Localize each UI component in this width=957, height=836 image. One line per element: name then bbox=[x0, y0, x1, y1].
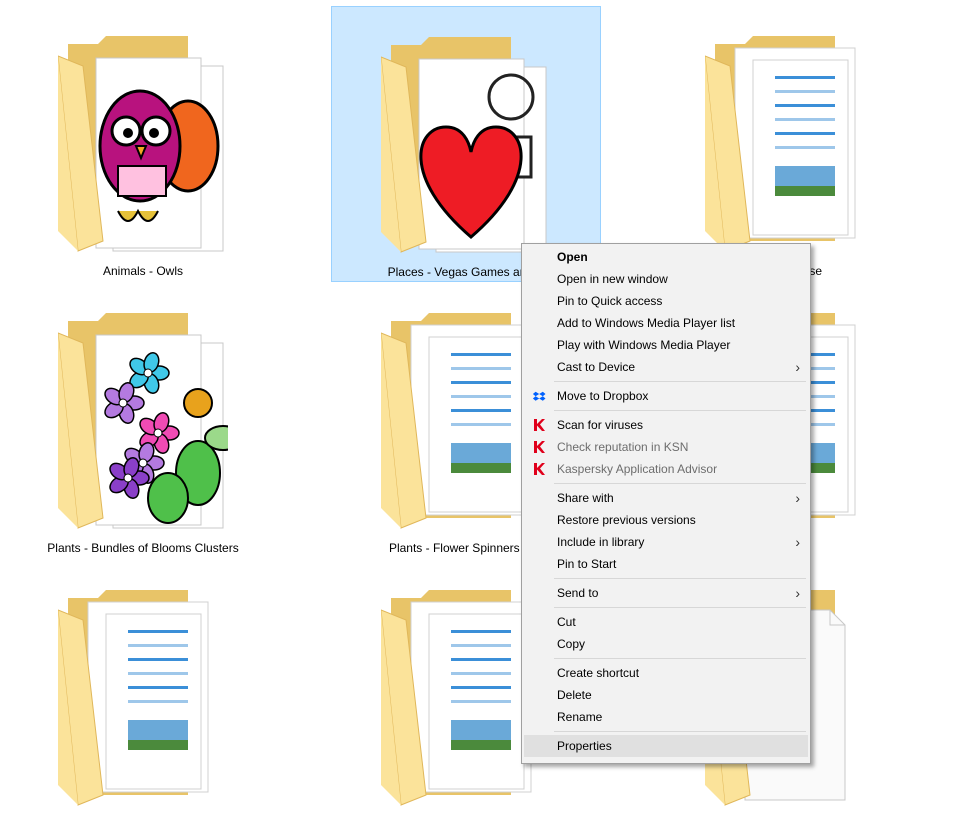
menu-item-label: Properties bbox=[557, 739, 612, 753]
folder-item[interactable]: Animals - Owls bbox=[8, 6, 278, 282]
folder-icon bbox=[58, 590, 209, 806]
folder-label: Animals - Owls bbox=[102, 264, 183, 278]
menu-item-cast-to-device[interactable]: Cast to Device › bbox=[524, 356, 808, 378]
menu-item-cut[interactable]: Cut bbox=[524, 611, 808, 633]
folder-icon bbox=[58, 36, 224, 252]
menu-item-kaspersky-application-advisor: Kaspersky Application Advisor bbox=[524, 458, 808, 480]
folder-icon bbox=[381, 37, 547, 253]
menu-item-label: Open bbox=[557, 250, 588, 264]
menu-item-restore-previous-versions[interactable]: Restore previous versions bbox=[524, 509, 808, 531]
menu-item-pin-to-quick-access[interactable]: Pin to Quick access bbox=[524, 290, 808, 312]
menu-item-check-reputation-in-ksn: Check reputation in KSN bbox=[524, 436, 808, 458]
dropbox-icon bbox=[532, 391, 546, 401]
folder-icon bbox=[705, 36, 856, 252]
menu-item-label: Pin to Start bbox=[557, 557, 617, 571]
menu-separator bbox=[554, 731, 806, 732]
menu-item-label: Send to bbox=[557, 586, 599, 600]
menu-item-move-to-dropbox[interactable]: Move to Dropbox bbox=[524, 385, 808, 407]
folder-icon bbox=[58, 313, 228, 529]
menu-separator bbox=[554, 578, 806, 579]
menu-item-copy[interactable]: Copy bbox=[524, 633, 808, 655]
menu-item-label: Open in new window bbox=[557, 272, 668, 286]
folder-label: Plants - Bundles of Blooms Clusters bbox=[47, 541, 239, 555]
folder-item[interactable] bbox=[8, 560, 278, 836]
chevron-right-icon: › bbox=[795, 359, 800, 375]
kaspersky-icon bbox=[534, 463, 545, 475]
menu-item-add-to-windows-media-player-list[interactable]: Add to Windows Media Player list bbox=[524, 312, 808, 334]
menu-item-label: Include in library bbox=[557, 535, 645, 549]
menu-item-label: Add to Windows Media Player list bbox=[557, 316, 736, 330]
menu-item-include-in-library[interactable]: Include in library › bbox=[524, 531, 808, 553]
menu-separator bbox=[554, 410, 806, 411]
context-menu: Open Open in new window Pin to Quick acces… bbox=[521, 243, 811, 764]
chevron-right-icon: › bbox=[795, 534, 800, 550]
menu-item-scan-for-viruses[interactable]: Scan for viruses bbox=[524, 414, 808, 436]
folder-item[interactable]: AS Surprise bbox=[655, 6, 925, 282]
menu-item-properties[interactable]: Properties bbox=[524, 735, 808, 757]
menu-separator bbox=[554, 607, 806, 608]
menu-item-create-shortcut[interactable]: Create shortcut bbox=[524, 662, 808, 684]
menu-item-label: Check reputation in KSN bbox=[557, 440, 689, 454]
menu-item-label: Share with bbox=[557, 491, 614, 505]
menu-item-label: Pin to Quick access bbox=[557, 294, 663, 308]
menu-item-label: Restore previous versions bbox=[557, 513, 696, 527]
menu-item-label: Cut bbox=[557, 615, 576, 629]
menu-item-label: Delete bbox=[557, 688, 592, 702]
chevron-right-icon: › bbox=[795, 490, 800, 506]
menu-item-open[interactable]: Open bbox=[524, 246, 808, 268]
menu-item-label: Play with Windows Media Player bbox=[557, 338, 731, 352]
menu-item-label: Create shortcut bbox=[557, 666, 640, 680]
chevron-right-icon: › bbox=[795, 585, 800, 601]
menu-item-play-with-windows-media-player[interactable]: Play with Windows Media Player bbox=[524, 334, 808, 356]
menu-item-rename[interactable]: Rename bbox=[524, 706, 808, 728]
folder-item[interactable]: Plants - Bundles of Blooms Clusters bbox=[8, 283, 278, 559]
menu-item-send-to[interactable]: Send to › bbox=[524, 582, 808, 604]
menu-separator bbox=[554, 658, 806, 659]
menu-item-label: Move to Dropbox bbox=[557, 389, 649, 403]
kaspersky-icon bbox=[534, 419, 545, 431]
menu-item-label: Kaspersky Application Advisor bbox=[557, 462, 718, 476]
menu-item-label: Rename bbox=[557, 710, 603, 724]
menu-item-label: Cast to Device bbox=[557, 360, 636, 374]
menu-separator bbox=[554, 381, 806, 382]
kaspersky-icon bbox=[534, 441, 545, 453]
menu-item-open-in-new-window[interactable]: Open in new window bbox=[524, 268, 808, 290]
menu-item-label: Copy bbox=[557, 637, 586, 651]
menu-item-delete[interactable]: Delete bbox=[524, 684, 808, 706]
menu-separator bbox=[554, 483, 806, 484]
menu-item-label: Scan for viruses bbox=[557, 418, 644, 432]
folder-item[interactable]: Places - Vegas Games and S bbox=[331, 6, 601, 282]
menu-item-share-with[interactable]: Share with › bbox=[524, 487, 808, 509]
menu-item-pin-to-start[interactable]: Pin to Start bbox=[524, 553, 808, 575]
